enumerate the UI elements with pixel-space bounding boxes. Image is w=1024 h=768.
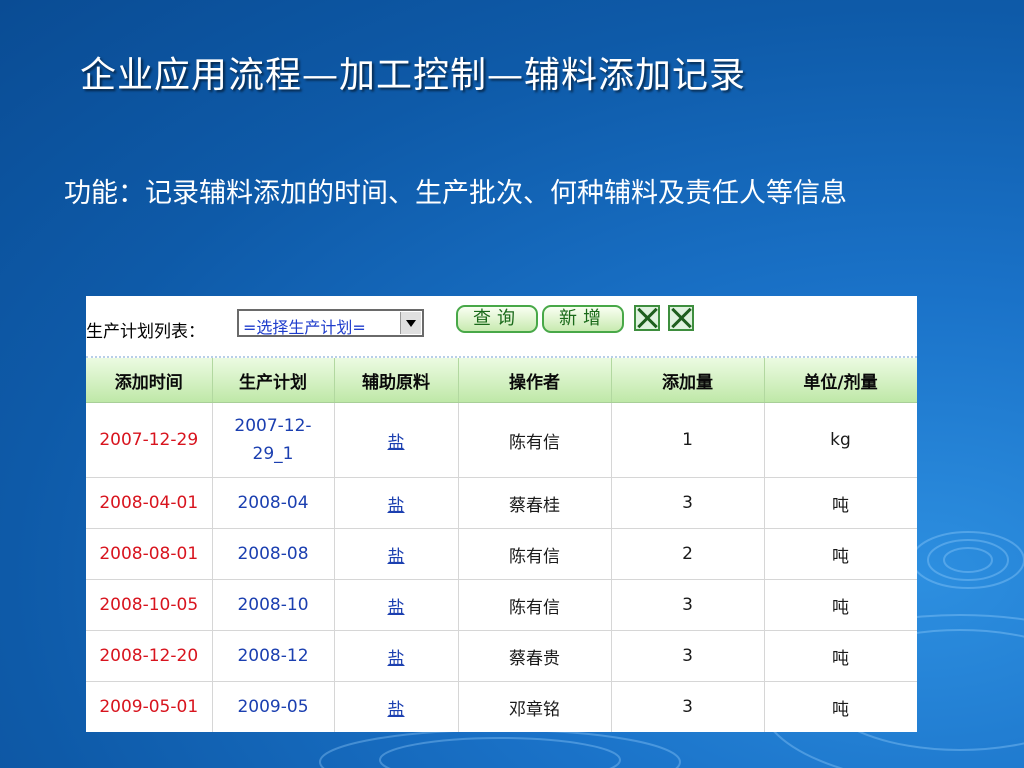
cell-amount: 3	[611, 681, 765, 732]
cell-time: 2008-04-01	[86, 477, 213, 529]
plan-select[interactable]: =选择生产计划=	[237, 309, 424, 337]
cell-time: 2008-10-05	[86, 579, 213, 631]
cell-amount: 3	[611, 579, 765, 631]
cell-material-link[interactable]: 盐	[334, 681, 459, 732]
chevron-down-icon[interactable]	[400, 312, 421, 334]
table-row: 2008-10-05 2008-10 盐 陈有信 3 吨	[86, 579, 917, 631]
cell-time: 2009-05-01	[86, 681, 213, 732]
table-header-row: 添加时间 生产计划 辅助原料 操作者 添加量 单位/剂量	[86, 358, 917, 403]
column-header-operator: 操作者	[458, 358, 612, 403]
table-row: 2008-08-01 2008-08 盐 陈有信 2 吨	[86, 528, 917, 580]
column-header-unit: 单位/剂量	[764, 358, 917, 403]
cell-amount: 2	[611, 528, 765, 580]
cell-plan-link[interactable]: 2008-08	[212, 528, 335, 580]
cell-material-link[interactable]: 盐	[334, 402, 459, 478]
cell-unit: 吨	[764, 477, 917, 529]
cell-operator: 蔡春桂	[458, 477, 612, 529]
table-row: 2009-05-01 2009-05 盐 邓章铭 3 吨	[86, 681, 917, 732]
cell-unit: 吨	[764, 630, 917, 682]
cell-unit: 吨	[764, 579, 917, 631]
plan-list-label: 生产计划列表：	[86, 322, 205, 342]
cell-unit: kg	[764, 402, 917, 478]
slide-title: 企业应用流程—加工控制—辅料添加记录	[80, 55, 747, 96]
cell-time: 2008-12-20	[86, 630, 213, 682]
cell-material-link[interactable]: 盐	[334, 579, 459, 631]
cell-material-link[interactable]: 盐	[334, 630, 459, 682]
cell-plan-link[interactable]: 2007-12-29_1	[212, 402, 335, 478]
cell-operator: 陈有信	[458, 579, 612, 631]
cell-material-link[interactable]: 盐	[334, 477, 459, 529]
cell-time: 2008-08-01	[86, 528, 213, 580]
cell-amount: 3	[611, 477, 765, 529]
cell-operator: 邓章铭	[458, 681, 612, 732]
toolbar: 生产计划列表： =选择生产计划= 查询 新增	[86, 296, 917, 358]
cell-operator: 陈有信	[458, 528, 612, 580]
table-row: 2008-12-20 2008-12 盐 蔡春贵 3 吨	[86, 630, 917, 682]
query-button[interactable]: 查询	[456, 305, 538, 333]
plan-select-value: =选择生产计划=	[243, 318, 366, 337]
cell-amount: 3	[611, 630, 765, 682]
additive-record-panel: 生产计划列表： =选择生产计划= 查询 新增 添加时间 生产计划 辅助原料 操作…	[86, 296, 917, 732]
cell-plan-link[interactable]: 2008-04	[212, 477, 335, 529]
cell-material-link[interactable]: 盐	[334, 528, 459, 580]
column-header-time: 添加时间	[86, 358, 213, 403]
column-header-amount: 添加量	[611, 358, 765, 403]
cell-amount: 1	[611, 402, 765, 478]
cell-unit: 吨	[764, 528, 917, 580]
excel-icon[interactable]	[634, 305, 660, 331]
excel-icon[interactable]	[668, 305, 694, 331]
table-row: 2007-12-29 2007-12-29_1 盐 陈有信 1 kg	[86, 402, 917, 478]
cell-operator: 陈有信	[458, 402, 612, 478]
column-header-plan: 生产计划	[212, 358, 335, 403]
additive-record-table: 添加时间 生产计划 辅助原料 操作者 添加量 单位/剂量 2007-12-29 …	[86, 358, 917, 732]
cell-plan-link[interactable]: 2008-12	[212, 630, 335, 682]
cell-time: 2007-12-29	[86, 402, 213, 478]
function-description: 功能：记录辅料添加的时间、生产批次、何种辅料及责任人等信息	[64, 178, 847, 209]
column-header-material: 辅助原料	[334, 358, 459, 403]
add-button[interactable]: 新增	[542, 305, 624, 333]
cell-operator: 蔡春贵	[458, 630, 612, 682]
cell-plan-link[interactable]: 2008-10	[212, 579, 335, 631]
table-row: 2008-04-01 2008-04 盐 蔡春桂 3 吨	[86, 477, 917, 529]
cell-unit: 吨	[764, 681, 917, 732]
cell-plan-link[interactable]: 2009-05	[212, 681, 335, 732]
